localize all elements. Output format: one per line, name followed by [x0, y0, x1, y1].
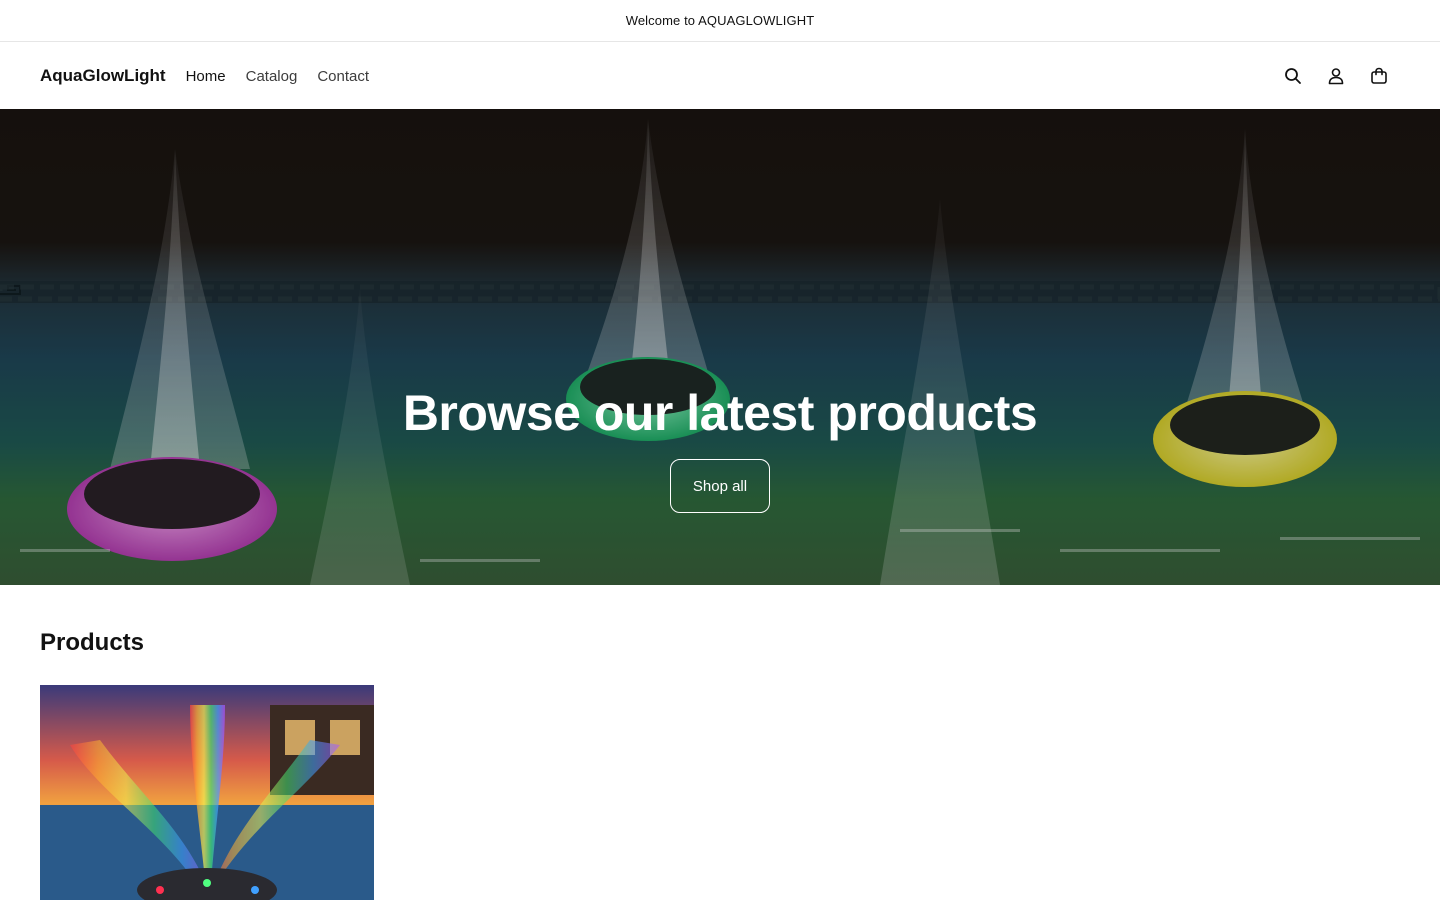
site-header: AquaGlowLight Home Catalog Contact — [0, 43, 1440, 109]
product-card[interactable] — [40, 685, 374, 900]
nav-home[interactable]: Home — [176, 68, 236, 85]
hero-overlay — [0, 109, 1440, 585]
announcement-text: Welcome to AQUAGLOWLIGHT — [625, 13, 815, 28]
nav-contact[interactable]: Contact — [307, 68, 379, 85]
account-icon[interactable] — [1314, 54, 1357, 98]
hero-title: Browse our latest products — [402, 385, 1038, 441]
main-nav: Home Catalog Contact — [176, 68, 379, 85]
hero-banner: Browse our latest products Shop all — [0, 109, 1440, 585]
products-heading: Products — [40, 629, 145, 656]
search-icon[interactable] — [1271, 54, 1314, 98]
store-logo[interactable]: AquaGlowLight — [40, 66, 166, 86]
announcement-bar: Welcome to AQUAGLOWLIGHT — [0, 0, 1440, 42]
header-icons — [1271, 54, 1400, 98]
shop-all-button[interactable]: Shop all — [670, 459, 770, 513]
product-image — [40, 685, 374, 900]
nav-catalog[interactable]: Catalog — [236, 68, 308, 85]
cart-icon[interactable] — [1357, 54, 1400, 98]
